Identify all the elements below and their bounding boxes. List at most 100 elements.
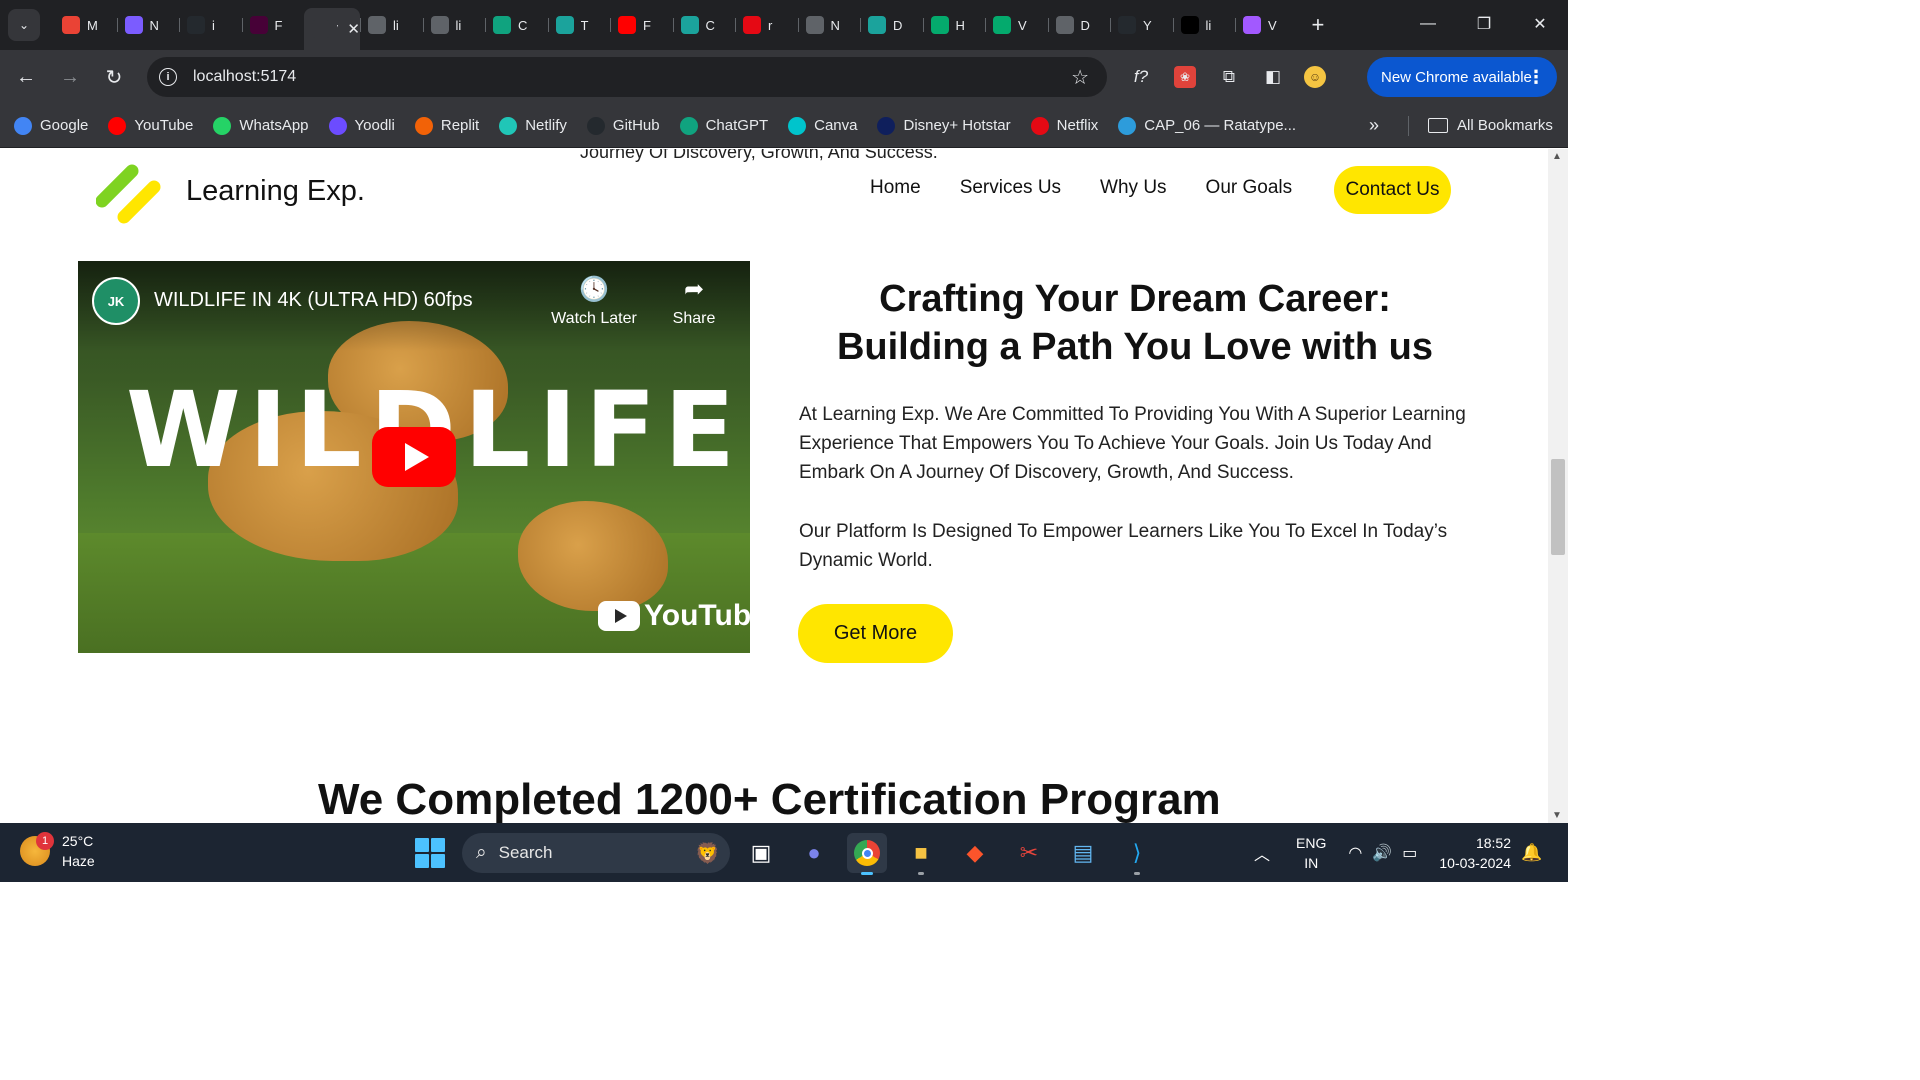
- bookmark-item[interactable]: YouTube: [108, 116, 193, 135]
- temperature: 25°C: [62, 833, 94, 849]
- close-tab-icon[interactable]: ✕: [347, 20, 360, 38]
- video-title[interactable]: WILDLIFE IN 4K (ULTRA HD) 60fps: [154, 289, 473, 312]
- browser-tab[interactable]: F: [610, 7, 673, 43]
- show-hidden-icons-chevron-icon[interactable]: ︿: [1254, 841, 1270, 865]
- browser-tab[interactable]: T: [547, 7, 611, 43]
- all-bookmarks-button[interactable]: All Bookmarks: [1428, 117, 1553, 134]
- bookmark-item[interactable]: Netlify: [499, 116, 567, 135]
- bookmark-item[interactable]: CAP_06 — Ratatype...: [1118, 116, 1296, 135]
- scroll-up-arrow-icon[interactable]: ▲: [1552, 151, 1562, 162]
- notification-bell-icon[interactable]: 🔔: [1521, 843, 1542, 863]
- battery-icon[interactable]: ▭: [1402, 843, 1417, 863]
- url-text[interactable]: localhost:5174: [193, 68, 296, 86]
- site-info-icon[interactable]: i: [159, 68, 177, 86]
- browser-tab[interactable]: D: [1047, 7, 1111, 43]
- get-more-button[interactable]: Get More: [798, 604, 953, 663]
- bookmark-item[interactable]: WhatsApp: [213, 116, 309, 135]
- notepad-icon[interactable]: ▤: [1063, 833, 1103, 873]
- browser-tab[interactable]: V: [985, 7, 1048, 43]
- bolt-icon: [868, 16, 886, 34]
- nav-link[interactable]: Services Us: [960, 177, 1061, 199]
- browser-tab[interactable]: Y: [1110, 7, 1173, 43]
- chrome-taskbar-icon[interactable]: [847, 833, 887, 875]
- share-button[interactable]: ➦ Share: [644, 275, 744, 328]
- language-indicator[interactable]: ENG IN: [1296, 833, 1326, 873]
- browser-tab[interactable]: li: [360, 7, 423, 43]
- volume-icon[interactable]: 🔊: [1372, 843, 1392, 863]
- tab-title: li: [1205, 17, 1212, 33]
- task-view-icon[interactable]: ▣: [741, 833, 781, 873]
- reload-button[interactable]: ↻: [96, 59, 132, 95]
- vscode-icon[interactable]: ⟩: [1117, 833, 1157, 875]
- browser-tab[interactable]: C: [672, 7, 736, 43]
- clock[interactable]: 18:52 10-03-2024: [1439, 833, 1511, 873]
- file-explorer-icon[interactable]: ■: [901, 833, 941, 875]
- browser-tab[interactable]: li: [1172, 7, 1236, 43]
- snipping-tool-icon[interactable]: ✂: [1009, 833, 1049, 873]
- bookmark-item[interactable]: Netflix: [1030, 116, 1098, 135]
- tab-title: V: [1268, 17, 1277, 33]
- bookmark-item[interactable]: ChatGPT: [679, 116, 768, 135]
- wifi-icon[interactable]: ◠: [1348, 843, 1362, 863]
- tab-search-button[interactable]: ⌄: [8, 9, 40, 41]
- restore-button[interactable]: ❐: [1456, 0, 1512, 48]
- channel-avatar[interactable]: JK: [92, 277, 140, 325]
- back-button[interactable]: ←: [8, 59, 44, 95]
- browser-tab[interactable]: D: [860, 7, 923, 43]
- bookmark-item[interactable]: Replit: [414, 116, 479, 135]
- profile-avatar[interactable]: ☺: [1302, 64, 1328, 90]
- more-bookmarks-chevron-icon[interactable]: »: [1369, 115, 1379, 136]
- browser-tab[interactable]: N: [116, 7, 180, 43]
- folder-icon: [1428, 118, 1448, 133]
- browser-tab[interactable]: V✕: [304, 8, 360, 50]
- bookmark-item[interactable]: Canva: [788, 116, 857, 135]
- replit-icon: [414, 116, 433, 135]
- bookmarks-bar: Google YouTube WhatsApp Yoodli Replit Netlify…: [0, 104, 1568, 148]
- browser-tab[interactable]: N: [797, 7, 861, 43]
- brand-name[interactable]: Learning Exp.: [186, 175, 365, 208]
- browser-tab[interactable]: F: [241, 7, 305, 43]
- tab-title: F: [274, 17, 283, 33]
- watch-later-button[interactable]: 🕓 Watch Later: [544, 275, 644, 328]
- taskbar-search[interactable]: ⌕ Search 🦁: [462, 833, 730, 873]
- bookmark-item[interactable]: GitHub: [586, 116, 660, 135]
- fonts-extension-icon[interactable]: f?: [1126, 59, 1156, 95]
- browser-tab[interactable]: M: [54, 7, 117, 43]
- forward-button[interactable]: →: [52, 59, 88, 95]
- browser-tab[interactable]: r: [735, 7, 798, 43]
- nav-link[interactable]: Our Goals: [1206, 177, 1293, 199]
- bookmark-item[interactable]: Google: [14, 116, 88, 135]
- new-tab-button[interactable]: +: [1312, 12, 1325, 38]
- page-scrollbar[interactable]: ▲ ▼: [1548, 149, 1568, 823]
- youtube-video-embed[interactable]: WILDLIFE JK WILDLIFE IN 4K (ULTRA HD) 60…: [78, 261, 750, 653]
- browser-tab[interactable]: H: [922, 7, 986, 43]
- paw-extension-icon[interactable]: ❀: [1170, 59, 1200, 95]
- contact-us-button[interactable]: Contact Us: [1334, 166, 1451, 214]
- minimize-button[interactable]: —: [1400, 0, 1456, 48]
- more-menu-icon[interactable]: ⋮: [1527, 67, 1545, 88]
- nav-link[interactable]: Home: [870, 177, 921, 199]
- browser-tab[interactable]: V: [1235, 7, 1298, 43]
- new-chrome-available-button[interactable]: New Chrome available ⋮: [1367, 57, 1557, 97]
- scroll-down-arrow-icon[interactable]: ▼: [1552, 810, 1562, 821]
- play-button[interactable]: [372, 427, 456, 487]
- language-code: ENG: [1296, 834, 1327, 851]
- close-window-button[interactable]: ✕: [1512, 0, 1568, 48]
- weather-widget[interactable]: 1 25°C Haze: [20, 831, 95, 871]
- browser-tab[interactable]: i: [179, 7, 242, 43]
- start-button[interactable]: [415, 838, 445, 868]
- nav-link[interactable]: Why Us: [1100, 177, 1167, 199]
- extensions-icon[interactable]: ⧉: [1214, 59, 1244, 95]
- browser-tab[interactable]: li: [422, 7, 486, 43]
- side-panel-icon[interactable]: ◧: [1258, 59, 1288, 95]
- bookmark-item[interactable]: Yoodli: [328, 116, 395, 135]
- bookmark-star-icon[interactable]: ☆: [1071, 65, 1089, 90]
- bookmark-item[interactable]: Disney+ Hotstar: [877, 116, 1011, 135]
- youtube-watermark[interactable]: YouTube: [598, 599, 750, 633]
- teams-chat-icon[interactable]: ●: [794, 833, 834, 873]
- scroll-thumb[interactable]: [1551, 459, 1565, 555]
- browser-tab[interactable]: C: [485, 7, 548, 43]
- search-label: Search: [498, 843, 553, 862]
- brave-browser-icon[interactable]: ◆: [955, 833, 995, 873]
- address-bar[interactable]: i localhost:5174 ☆: [147, 57, 1107, 97]
